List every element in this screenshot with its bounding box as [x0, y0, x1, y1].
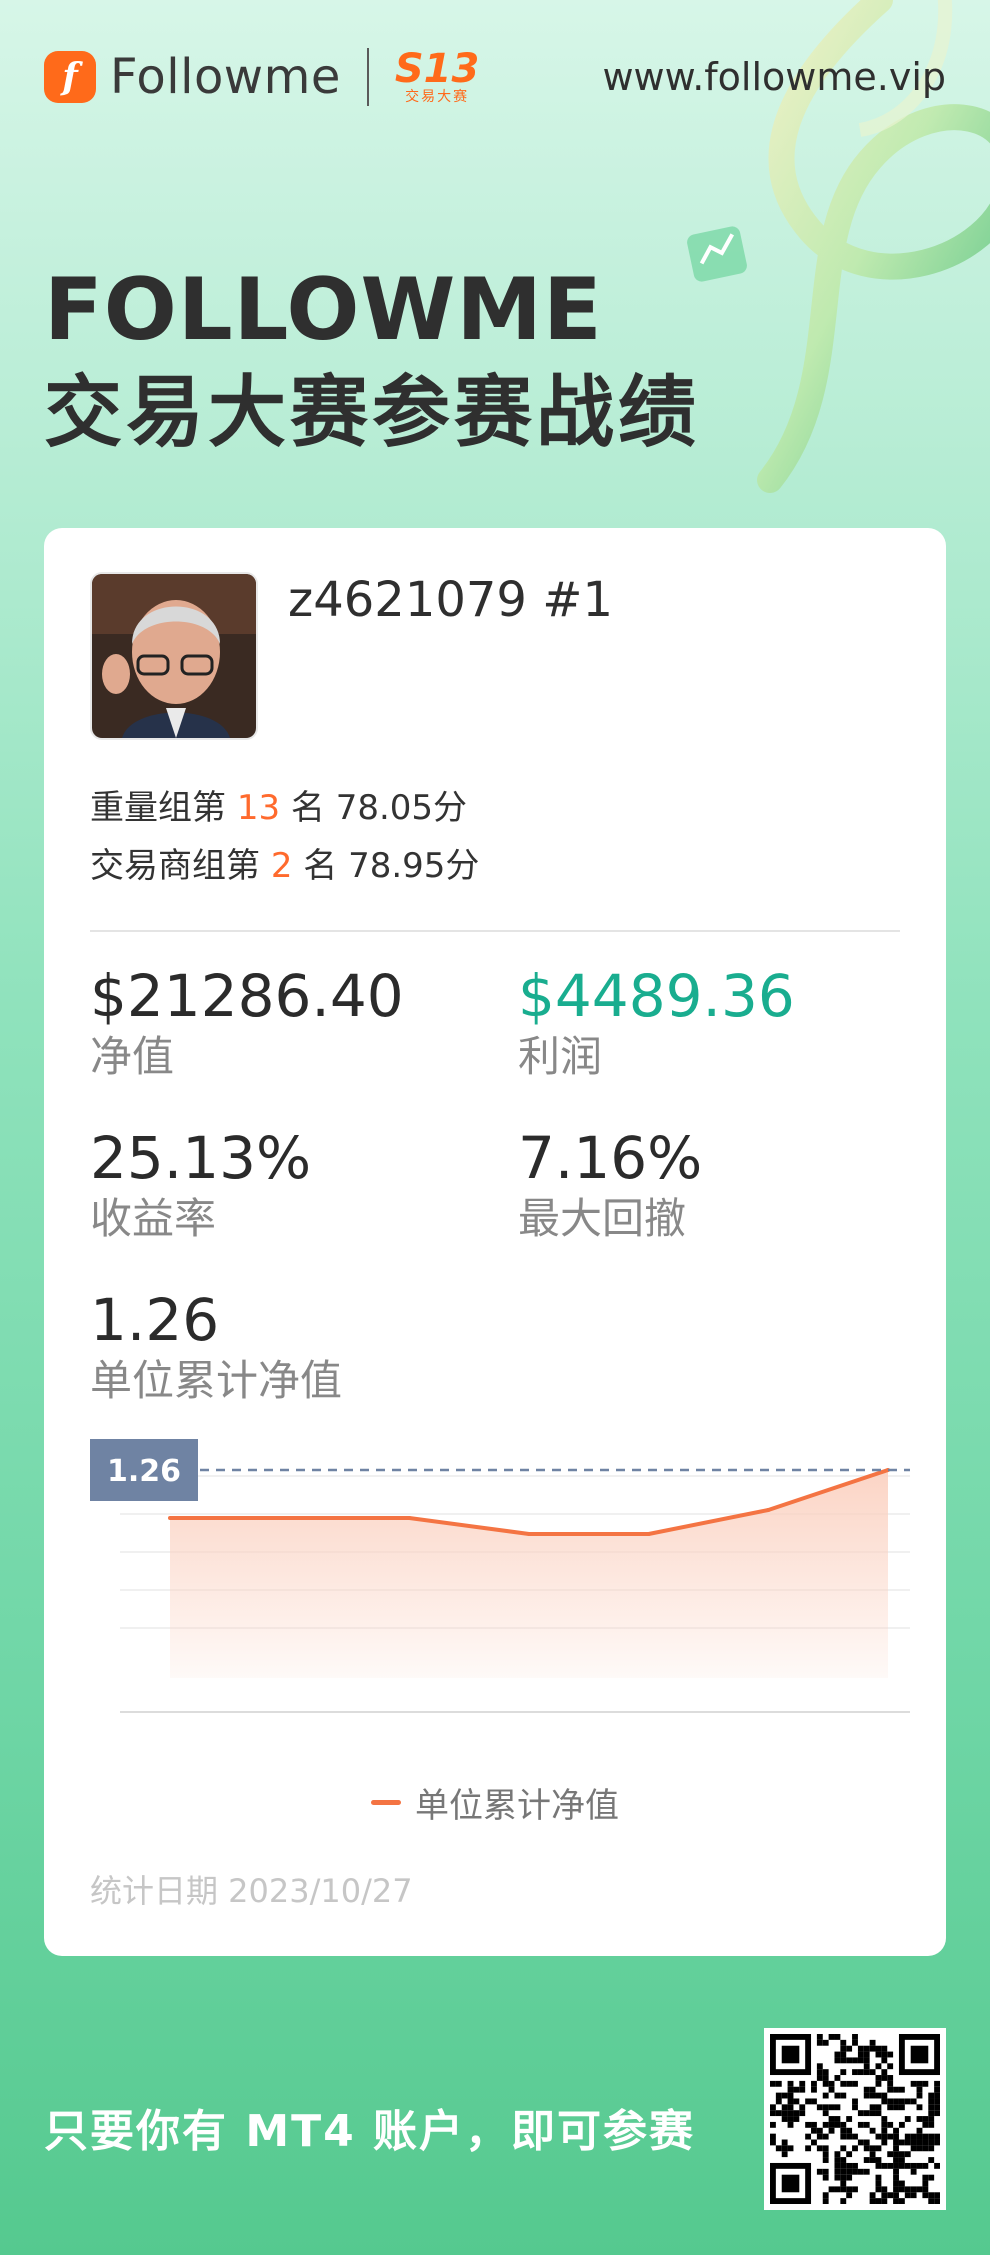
stat-profit: $4489.36 利润 — [518, 964, 795, 1084]
rank-broker: 交易商组第 2 名 78.95分 — [90, 838, 479, 887]
stat-label: 净值 — [90, 1032, 175, 1081]
avatar-image — [92, 574, 256, 738]
brand-name: Followme — [110, 49, 341, 105]
rank-position: 2 — [270, 846, 293, 886]
legend-label: 单位累计净值 — [415, 1786, 619, 1826]
rank-position: 13 — [236, 788, 281, 828]
rank-prefix: 重量组第 — [90, 788, 237, 828]
section-divider — [90, 930, 900, 932]
site-url-link[interactable]: www.followme.vip — [602, 55, 946, 99]
logo-letter: f — [62, 56, 78, 98]
data-point — [168, 1516, 172, 1520]
data-point — [287, 1516, 292, 1520]
share-poster: f Followme S13 交易大赛 www.followme.vip FOL… — [0, 0, 990, 2255]
avatar — [90, 572, 258, 740]
stat-unit-nav: 1.26 单位累计净值 — [90, 1288, 342, 1408]
stat-value: $21286.40 — [90, 962, 404, 1030]
series-area — [170, 1470, 888, 1678]
data-point — [527, 1532, 531, 1536]
header: f Followme S13 交易大赛 www.followme.vip — [44, 42, 946, 112]
event-badge: S13 交易大赛 — [395, 49, 479, 105]
data-point — [646, 1532, 651, 1536]
rank-suffix: 名 78.05分 — [280, 788, 468, 828]
marker-label: 1.26 — [107, 1454, 181, 1489]
hero-title: FOLLOWME 交易大赛参赛战绩 — [44, 262, 700, 468]
header-divider — [366, 48, 369, 106]
legend-swatch — [371, 1800, 401, 1805]
rank-suffix: 名 78.95分 — [292, 846, 480, 886]
hero-title-line1: FOLLOWME — [44, 260, 603, 360]
stat-label: 收益率 — [90, 1194, 217, 1243]
hero-title-line2: 交易大赛参赛战绩 — [44, 368, 701, 458]
event-badge-text: S13 — [394, 46, 480, 92]
qr-code[interactable] — [764, 2028, 946, 2210]
rank-prefix: 交易商组第 — [90, 846, 271, 886]
chart-legend: 单位累计净值 — [44, 1778, 946, 1827]
stat-value: 25.13% — [90, 1124, 312, 1192]
stat-label: 利润 — [518, 1032, 603, 1081]
data-point — [407, 1516, 412, 1520]
stat-equity: $21286.40 净值 — [90, 964, 404, 1084]
stat-value: 7.16% — [518, 1124, 703, 1192]
stat-value: $4489.36 — [518, 962, 795, 1030]
stat-label: 最大回撤 — [518, 1194, 687, 1243]
stat-label: 单位累计净值 — [90, 1356, 343, 1405]
unit-nav-chart: 1.2620 Oct21 Oct22 Oct23 Oct24 Oct25 Oct… — [90, 1439, 910, 1713]
event-badge-sub: 交易大赛 — [405, 89, 470, 105]
stat-date: 统计日期 2023/10/27 — [90, 1872, 413, 1910]
stat-return-rate: 25.13% 收益率 — [90, 1126, 311, 1246]
username: z4621079 #1 — [288, 572, 613, 628]
qr-code-icon — [770, 2034, 940, 2204]
rank-heavyweight: 重量组第 13 名 78.05分 — [90, 780, 467, 829]
results-card: z4621079 #1 重量组第 13 名 78.05分 交易商组第 2 名 7… — [44, 528, 946, 1956]
followme-logo-icon: f — [44, 51, 96, 103]
stat-max-drawdown: 7.16% 最大回撤 — [518, 1126, 702, 1246]
data-point — [766, 1508, 771, 1512]
cta-text: 只要你有 MT4 账户，即可参赛 — [44, 2106, 696, 2157]
stat-value: 1.26 — [90, 1286, 220, 1354]
